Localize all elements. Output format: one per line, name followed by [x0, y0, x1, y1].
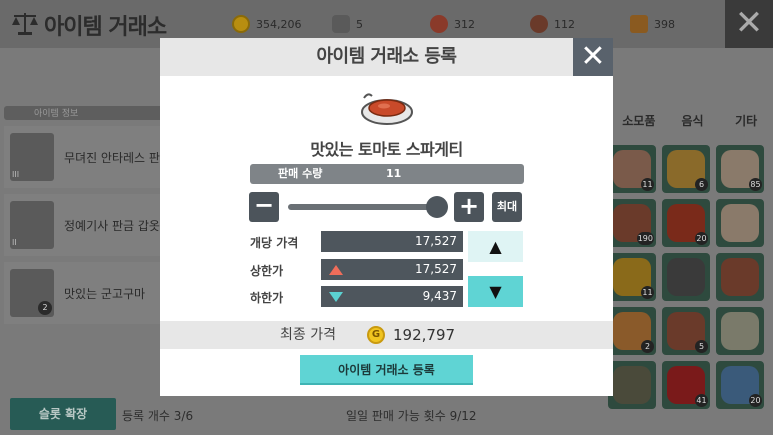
- triangle-up-icon: [329, 265, 343, 275]
- register-button[interactable]: 아이템 거래소 등록: [300, 355, 473, 385]
- grid-item-count: 5: [695, 340, 708, 353]
- meat-icon: [430, 15, 448, 33]
- item-count: 2: [38, 301, 52, 315]
- item-grade: III: [12, 170, 20, 179]
- grid-item[interactable]: 20: [716, 361, 764, 409]
- currency-medal-value: 398: [654, 17, 675, 31]
- daily-sale-limit: 일일 판매 가능 횟수 9/12: [346, 409, 477, 423]
- helmet-token-icon: [530, 15, 548, 33]
- price-up-button[interactable]: ▲: [468, 231, 523, 262]
- modal-title: 아이템 거래소 등록: [160, 38, 613, 76]
- stone-icon: [332, 15, 350, 33]
- final-price-value: 192,797: [393, 326, 456, 344]
- currency-gold: 354,206: [232, 14, 302, 34]
- grid-item[interactable]: 11: [608, 145, 656, 193]
- list-item[interactable]: III 무뎌진 안타레스 판: [4, 126, 164, 188]
- armor-icon: II: [10, 201, 54, 249]
- spaghetti-icon: [361, 93, 413, 125]
- currency-helmet-value: 112: [554, 17, 575, 31]
- register-modal: 아이템 거래소 등록 ✕ 맛있는 토마토 스파게티 판매 수량 11 − + 최…: [160, 38, 613, 396]
- item-grade: II: [12, 238, 17, 247]
- sweet-potato-icon: 2: [10, 269, 54, 317]
- max-quantity-button[interactable]: 최대: [492, 192, 522, 222]
- upper-price-text: 17,527: [415, 262, 457, 276]
- tab-food[interactable]: 음식: [666, 112, 720, 129]
- unit-price-value: 17,527: [321, 231, 463, 252]
- currency-meat: 312: [430, 14, 475, 34]
- grid-item-count: 190: [636, 232, 654, 245]
- grid-item[interactable]: 11: [608, 253, 656, 301]
- helmet-icon: III: [10, 133, 54, 181]
- tab-etc[interactable]: 기타: [719, 112, 773, 129]
- final-price-bar: 최종 가격 G 192,797: [160, 321, 613, 349]
- grid-item-count: 85: [749, 178, 762, 191]
- grid-item[interactable]: [716, 307, 764, 355]
- list-item-name: 맛있는 군고구마: [64, 286, 146, 301]
- list-item[interactable]: 2 맛있는 군고구마: [4, 262, 164, 324]
- grid-item[interactable]: 190: [608, 199, 656, 247]
- currency-gold-value: 354,206: [256, 17, 302, 31]
- quantity-bar: 판매 수량 11: [250, 164, 524, 184]
- grid-item-count: 20: [695, 232, 708, 245]
- lower-price-value: 9,437: [321, 286, 463, 307]
- tab-consumables[interactable]: 소모품: [612, 112, 666, 129]
- grid-item[interactable]: 6: [662, 145, 710, 193]
- close-icon[interactable]: ✕: [725, 0, 773, 48]
- grid-item[interactable]: [608, 361, 656, 409]
- triangle-down-icon: [329, 292, 343, 302]
- item-name: 맛있는 토마토 스파게티: [310, 140, 463, 159]
- gold-coin-icon: G: [367, 326, 385, 344]
- grid-item[interactable]: 20: [662, 199, 710, 247]
- medal-icon: [630, 15, 648, 33]
- currency-helmet: 112: [530, 14, 575, 34]
- currency-medal: 398: [630, 14, 675, 34]
- price-down-button[interactable]: ▼: [468, 276, 523, 307]
- lower-price-label: 하한가: [250, 291, 284, 305]
- currency-stone: 5: [332, 14, 363, 34]
- page-title: 아이템 거래소: [44, 15, 167, 40]
- category-tabs: 소모품 음식 기타: [612, 112, 773, 129]
- list-item[interactable]: II 정예기사 판금 갑옷: [4, 194, 164, 256]
- item-info-panel: 아이템 정보 III 무뎌진 안타레스 판 II 정예기사 판금 갑옷 2 맛있…: [4, 106, 164, 324]
- quantity-label: 판매 수량: [278, 167, 323, 180]
- currency-meat-value: 312: [454, 17, 475, 31]
- gold-coin-icon: [232, 15, 250, 33]
- grid-item-count: 11: [641, 178, 654, 191]
- grid-item-count: 11: [641, 286, 654, 299]
- unit-price-text: 17,527: [415, 234, 457, 248]
- list-item-name: 정예기사 판금 갑옷: [64, 218, 160, 233]
- item-info-heading: 아이템 정보: [4, 106, 164, 120]
- quantity-value: 11: [386, 167, 402, 180]
- grid-item[interactable]: 2: [608, 307, 656, 355]
- increase-quantity-button[interactable]: +: [454, 192, 484, 222]
- upper-price-label: 상한가: [250, 264, 284, 278]
- grid-item[interactable]: 5: [662, 307, 710, 355]
- currency-stone-value: 5: [356, 17, 363, 31]
- quantity-slider[interactable]: [288, 204, 438, 210]
- list-item-name: 무뎌진 안타레스 판: [64, 150, 160, 165]
- slot-expand-button[interactable]: 슬롯 확장: [10, 398, 116, 430]
- grid-item[interactable]: [662, 253, 710, 301]
- close-icon[interactable]: ✕: [573, 38, 613, 76]
- scales-icon: [12, 13, 38, 35]
- lower-price-text: 9,437: [422, 289, 457, 303]
- grid-item[interactable]: [716, 253, 764, 301]
- unit-price-label: 개당 가격: [250, 236, 299, 250]
- grid-item-count: 2: [641, 340, 654, 353]
- quantity-slider-handle[interactable]: [425, 196, 448, 218]
- register-count: 등록 개수 3/6: [122, 409, 194, 423]
- final-price-label: 최종 가격: [280, 327, 336, 343]
- grid-item[interactable]: [716, 199, 764, 247]
- grid-item[interactable]: 41: [662, 361, 710, 409]
- grid-item-count: 20: [749, 394, 762, 407]
- decrease-quantity-button[interactable]: −: [249, 192, 279, 222]
- grid-item-count: 41: [695, 394, 708, 407]
- grid-item[interactable]: 85: [716, 145, 764, 193]
- grid-item-count: 6: [695, 178, 708, 191]
- upper-price-value: 17,527: [321, 259, 463, 280]
